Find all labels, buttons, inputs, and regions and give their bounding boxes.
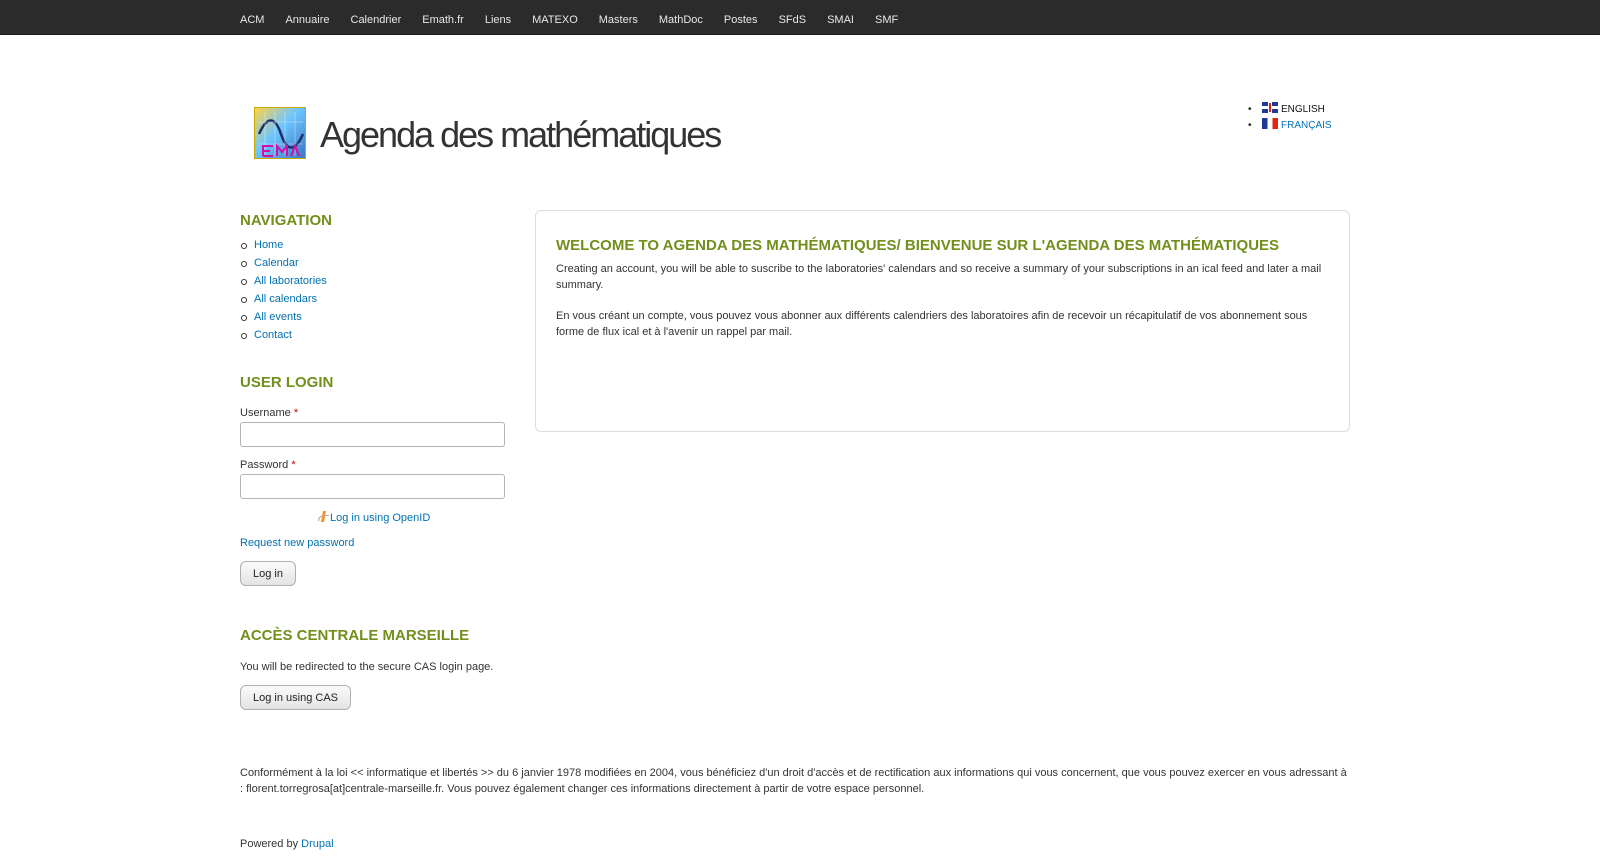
- welcome-title: Welcome to Agenda des mathématiques/ Bie…: [556, 237, 1280, 254]
- nav-item-all-events: All events: [240, 308, 327, 326]
- emath-logo-icon[interactable]: [254, 107, 306, 159]
- nav-item-all-calendars: All calendars: [240, 290, 327, 308]
- nav-item-all-laboratories: All laboratories: [240, 272, 327, 290]
- top-nav-item-annuaire[interactable]: Annuaire: [285, 14, 329, 26]
- powered-by-text: Powered by: [240, 838, 299, 850]
- username-input[interactable]: [240, 422, 505, 447]
- top-nav-item-matexo[interactable]: MATEXO: [532, 14, 578, 26]
- nav-link-home[interactable]: Home: [254, 239, 283, 251]
- top-nav-item-sfds[interactable]: SFdS: [779, 14, 807, 26]
- top-nav-item-smai[interactable]: SMAI: [827, 14, 854, 26]
- language-link-francais[interactable]: Français: [1281, 120, 1332, 131]
- openid-icon: [318, 511, 330, 522]
- cas-login-button[interactable]: Log in using CAS: [240, 685, 351, 710]
- nav-link-all-events[interactable]: All events: [254, 311, 302, 323]
- required-mark: *: [293, 407, 299, 419]
- password-label-text: Password: [240, 459, 289, 471]
- top-nav-item-emath[interactable]: Emath.fr: [422, 14, 464, 26]
- language-item-english[interactable]: English: [1248, 102, 1332, 118]
- top-nav-item-masters[interactable]: Masters: [599, 14, 638, 26]
- top-nav-item-mathdoc[interactable]: MathDoc: [659, 14, 703, 26]
- cas-block-title: Accès Centrale Marseille: [240, 627, 470, 644]
- language-label-english[interactable]: English: [1281, 104, 1325, 115]
- nav-item-calendar: Calendar: [240, 254, 327, 272]
- username-label-text: Username: [240, 407, 291, 419]
- uk-flag-icon: [1262, 102, 1278, 113]
- username-label: Username *: [240, 407, 298, 419]
- footer-legal-notice: Conformément à la loi << informatique et…: [240, 767, 1347, 795]
- navigation-block-title: Navigation: [240, 212, 332, 229]
- user-login-block-title: User login: [240, 374, 334, 391]
- cas-description: You will be redirected to the secure CAS…: [240, 661, 494, 673]
- nav-item-contact: Contact: [240, 326, 327, 344]
- navigation-menu: Home Calendar All laboratories All calen…: [240, 236, 327, 344]
- top-nav-item-calendrier[interactable]: Calendrier: [351, 14, 402, 26]
- welcome-paragraph-english: Creating an account, you will be able to…: [556, 263, 1322, 291]
- nav-link-all-laboratories[interactable]: All laboratories: [254, 275, 327, 287]
- nav-item-home: Home: [240, 236, 327, 254]
- top-nav-list: ACM Annuaire Calendrier Emath.fr Liens M…: [240, 14, 919, 26]
- log-in-button[interactable]: Log in: [240, 561, 296, 586]
- site-name[interactable]: Agenda des mathématiques: [320, 114, 722, 156]
- top-nav-item-smf[interactable]: SMF: [875, 14, 898, 26]
- nav-link-all-calendars[interactable]: All calendars: [254, 293, 317, 305]
- top-navigation-bar: ACM Annuaire Calendrier Emath.fr Liens M…: [0, 0, 1600, 35]
- fr-flag-icon: [1262, 118, 1278, 129]
- welcome-content-box: Welcome to Agenda des mathématiques/ Bie…: [535, 210, 1350, 432]
- top-nav-item-liens[interactable]: Liens: [485, 14, 511, 26]
- language-item-francais[interactable]: Français: [1248, 118, 1332, 134]
- welcome-paragraph-french: En vous créant un compte, vous pouvez vo…: [556, 310, 1308, 338]
- drupal-link[interactable]: Drupal: [301, 838, 333, 850]
- top-nav-item-acm[interactable]: ACM: [240, 14, 264, 26]
- required-mark: *: [291, 459, 296, 471]
- password-input[interactable]: [240, 474, 505, 499]
- top-nav-item-postes[interactable]: Postes: [724, 14, 758, 26]
- powered-by: Powered by Drupal: [240, 838, 334, 850]
- openid-login: Log in using OpenID: [318, 511, 430, 524]
- language-switcher: English Français: [1248, 102, 1332, 134]
- nav-link-contact[interactable]: Contact: [254, 329, 292, 341]
- password-label: Password *: [240, 459, 296, 471]
- request-new-password-link[interactable]: Request new password: [240, 537, 354, 549]
- nav-link-calendar[interactable]: Calendar: [254, 257, 299, 269]
- openid-login-link[interactable]: Log in using OpenID: [330, 512, 430, 524]
